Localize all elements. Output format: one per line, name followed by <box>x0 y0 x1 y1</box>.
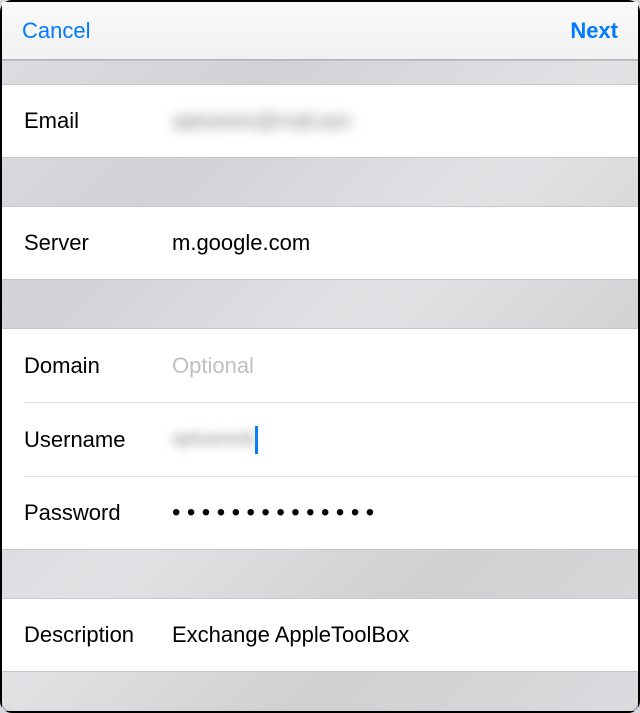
modal-header: Cancel Next <box>2 2 638 60</box>
section-gap <box>2 158 638 206</box>
password-row[interactable]: Password •••••••••••••• <box>2 476 638 550</box>
section-gap <box>2 60 638 84</box>
username-field[interactable]: aptoanesk <box>172 426 616 454</box>
server-row[interactable]: Server m.google.com <box>2 206 638 280</box>
email-label: Email <box>24 108 172 134</box>
text-cursor <box>255 426 258 454</box>
password-field[interactable]: •••••••••••••• <box>172 499 616 527</box>
description-field[interactable]: Exchange AppleToolBox <box>172 622 616 648</box>
domain-row[interactable]: Domain <box>2 328 638 402</box>
domain-label: Domain <box>24 353 172 379</box>
username-row[interactable]: Username aptoanesk <box>2 402 638 476</box>
email-field[interactable]: aptoanes@mail.aon <box>172 108 616 134</box>
section-gap <box>2 280 638 328</box>
username-label: Username <box>24 427 172 453</box>
domain-field[interactable] <box>172 353 616 379</box>
cancel-button[interactable]: Cancel <box>22 18 90 44</box>
password-label: Password <box>24 500 172 526</box>
description-row[interactable]: Description Exchange AppleToolBox <box>2 598 638 672</box>
server-label: Server <box>24 230 172 256</box>
server-field[interactable]: m.google.com <box>172 230 616 256</box>
description-label: Description <box>24 622 172 648</box>
section-gap <box>2 550 638 598</box>
email-row[interactable]: Email aptoanes@mail.aon <box>2 84 638 158</box>
next-button[interactable]: Next <box>570 18 618 44</box>
